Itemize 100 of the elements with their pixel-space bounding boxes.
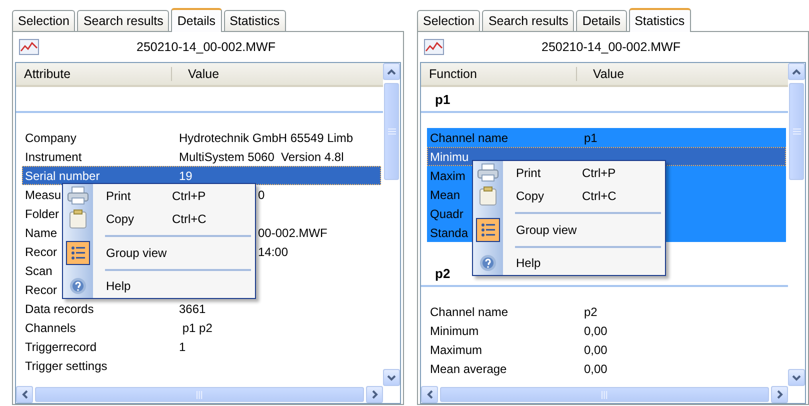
list-row[interactable]: Maximum 0,00: [427, 340, 786, 359]
grip-icon: [600, 390, 608, 398]
shortcut-text: Ctrl+C: [172, 212, 206, 226]
vertical-scrollbar[interactable]: [788, 63, 805, 386]
attribute-text: Standa: [430, 226, 468, 240]
scroll-right-button[interactable]: [366, 386, 383, 403]
attribute-text: Triggerrecord: [25, 340, 97, 354]
list-row[interactable]: Serial number 19: [22, 166, 381, 185]
left-chevron-icon: [22, 390, 28, 399]
value-text: p1 p2: [181, 320, 212, 334]
column-header[interactable]: Function: [421, 67, 577, 81]
menu-item[interactable]: Group view: [63, 241, 255, 264]
value-text: 0,00: [584, 362, 608, 376]
attribute-text: Scan: [25, 264, 52, 278]
attribute-text: Minimum: [430, 324, 479, 338]
help-icon: [69, 277, 87, 296]
clipboard-icon: [69, 209, 87, 230]
list-row[interactable]: Minimum 0,00: [427, 321, 786, 340]
menu-item[interactable]: Group view: [473, 218, 665, 242]
list-row[interactable]: Mean average 0,00: [427, 359, 786, 378]
group-header: p1: [421, 87, 788, 113]
value-text: p1: [584, 130, 598, 144]
up-chevron-icon: [792, 68, 801, 74]
scroll-up-button[interactable]: [383, 63, 400, 80]
printer-icon: [67, 186, 89, 206]
scroll-right-button[interactable]: [771, 386, 788, 403]
tab[interactable]: Search results: [482, 10, 574, 31]
attribute-text: Serial number: [25, 168, 100, 182]
grip-icon: [196, 390, 204, 398]
scroll-thumb[interactable]: [789, 83, 804, 180]
attribute-text: Trigger settings: [25, 358, 108, 372]
tab[interactable]: Search results: [77, 10, 170, 31]
value-text: 00-002.MWF: [258, 226, 328, 240]
scroll-down-button[interactable]: [383, 369, 400, 386]
menu-item[interactable]: Print Ctrl+P: [63, 184, 255, 208]
value-text: 0,00: [584, 342, 608, 356]
down-chevron-icon: [792, 374, 801, 380]
up-chevron-icon: [387, 68, 396, 74]
scroll-thumb[interactable]: [440, 387, 769, 402]
attribute-text: Name: [25, 226, 58, 240]
scroll-down-button[interactable]: [788, 369, 805, 386]
list-row[interactable]: Channels p1 p2: [22, 318, 381, 337]
down-chevron-icon: [387, 374, 396, 380]
list-row[interactable]: Trigger settings: [22, 356, 381, 375]
scroll-up-button[interactable]: [788, 63, 805, 80]
attribute-text: Mean average: [430, 362, 507, 376]
line-chart-icon: [19, 39, 39, 55]
list-row[interactable]: Data records 3661: [22, 299, 381, 318]
value-text: Hydrotechnik GmbH 65549 Limb: [179, 130, 354, 144]
printer-icon: [477, 162, 499, 183]
shortcut-text: Ctrl+P: [172, 188, 206, 203]
menu-item[interactable]: Copy Ctrl+C: [63, 208, 255, 231]
attribute-text: Minimu: [430, 150, 469, 164]
list-row[interactable]: Company Hydrotechnik GmbH 65549 Limb: [22, 128, 381, 147]
scroll-left-button[interactable]: [16, 386, 33, 403]
list-row[interactable]: Instrument MultiSystem 5060 Version 4.8l: [22, 147, 381, 166]
column-header[interactable]: Attribute: [16, 67, 172, 81]
right-chevron-icon: [776, 390, 782, 399]
attribute-text: Maximum: [430, 342, 482, 356]
attribute-text: Maxim: [430, 168, 466, 182]
line-chart-icon: [424, 39, 444, 55]
tab[interactable]: Selection: [417, 10, 480, 31]
vertical-scrollbar[interactable]: [383, 63, 400, 386]
attribute-text: Mean: [430, 188, 460, 202]
menu-item[interactable]: Copy Ctrl+C: [473, 184, 665, 208]
value-text: 3661: [179, 302, 206, 316]
attribute-text: Company: [25, 130, 76, 144]
column-header[interactable]: Value: [180, 67, 220, 81]
menu-item[interactable]: Help: [63, 274, 255, 298]
tab[interactable]: Statistics: [628, 8, 691, 32]
scroll-thumb[interactable]: [384, 83, 399, 180]
right-chevron-icon: [372, 390, 378, 399]
attribute-text: Instrument: [25, 150, 82, 164]
attribute-text: Channels: [25, 320, 76, 334]
value-text: MultiSystem 5060 Version 4.8l: [179, 150, 344, 164]
grip-icon: [792, 128, 800, 135]
value-text: p2: [584, 304, 598, 318]
attribute-text: Quadr: [430, 206, 464, 220]
tab[interactable]: Details: [171, 8, 222, 32]
clipboard-icon: [479, 186, 497, 206]
tab[interactable]: Statistics: [224, 10, 286, 31]
value-text: 1: [179, 340, 186, 354]
list-row[interactable]: Triggerrecord 1: [22, 337, 381, 356]
scroll-left-button[interactable]: [421, 386, 438, 403]
file-name: 250210-14_00-002.MWF: [136, 40, 276, 54]
attribute-text: Channel name: [430, 130, 508, 144]
list-row[interactable]: Channel name p2: [427, 302, 786, 321]
left-chevron-icon: [426, 390, 432, 399]
scroll-thumb[interactable]: [35, 387, 364, 402]
value-text: 0,00: [584, 324, 608, 338]
value-text: 19: [179, 168, 192, 182]
shortcut-text: Ctrl+P: [582, 166, 616, 180]
tab[interactable]: Selection: [12, 10, 76, 31]
help-icon: [479, 254, 497, 272]
list-row[interactable]: Channel name p1: [427, 128, 786, 147]
attribute-text: Channel name: [430, 304, 508, 318]
column-header[interactable]: Value: [585, 67, 624, 81]
tab[interactable]: Details: [576, 10, 627, 31]
file-name: 250210-14_00-002.MWF: [540, 40, 682, 54]
grip-icon: [388, 128, 396, 135]
